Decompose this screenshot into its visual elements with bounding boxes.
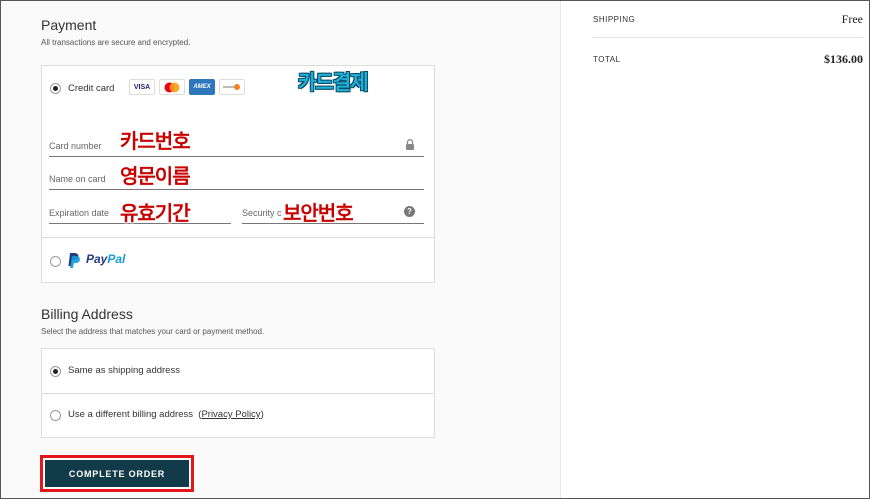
privacy-policy-link[interactable]: Privacy Policy [201, 409, 260, 420]
card-number-placeholder: Card number [49, 141, 102, 151]
same-as-shipping-radio[interactable] [50, 366, 61, 377]
mastercard-logo-icon [159, 79, 185, 95]
billing-title: Billing Address [41, 306, 133, 322]
annotation-english-name: 영문이름 [120, 164, 191, 188]
paypal-label-pal: Pal [107, 252, 126, 266]
name-on-card-placeholder: Name on card [49, 174, 106, 184]
annotation-card-number: 카드번호 [120, 129, 191, 153]
paypal-label-pay: Pay [86, 252, 108, 266]
total-value: $136.00 [824, 52, 863, 66]
name-on-card-field[interactable]: Name on card [49, 168, 424, 190]
different-address-label: Use a different billing address (Privacy… [68, 409, 264, 420]
expiration-date-placeholder: Expiration date [49, 208, 110, 218]
complete-order-highlight: COMPLETE ORDER [40, 455, 194, 492]
payment-title: Payment [41, 17, 97, 33]
summary-divider [593, 37, 863, 38]
visa-logo-icon: VISA [129, 79, 155, 95]
complete-order-button[interactable]: COMPLETE ORDER [45, 460, 189, 487]
order-summary-pane [562, 1, 869, 498]
annotation-security: 보안번호 [283, 201, 354, 225]
divider [42, 393, 434, 394]
billing-subtitle: Select the address that matches your car… [41, 327, 265, 336]
annotation-card-payment: 카드결제 [298, 70, 369, 94]
credit-card-label[interactable]: Credit card [68, 83, 114, 94]
shipping-label: SHIPPING [593, 15, 636, 24]
lock-icon [406, 139, 414, 150]
annotation-expiry: 유효기간 [120, 201, 191, 225]
shipping-value: Free [841, 12, 863, 26]
discover-logo-icon [219, 79, 245, 95]
credit-card-radio[interactable] [50, 83, 61, 94]
divider [42, 237, 434, 238]
security-code-placeholder: Security c [242, 208, 282, 218]
billing-options-box: Same as shipping address Use a different… [41, 348, 435, 438]
paypal-radio[interactable] [50, 256, 61, 267]
same-as-shipping-label[interactable]: Same as shipping address [68, 365, 180, 376]
amex-logo-icon: AMEX [189, 79, 215, 95]
help-icon[interactable]: ? [404, 206, 415, 217]
payment-subtitle: All transactions are secure and encrypte… [41, 38, 191, 47]
total-label: TOTAL [593, 55, 621, 64]
privacy-close-paren: ) [260, 409, 264, 420]
different-address-radio[interactable] [50, 410, 61, 421]
card-number-field[interactable]: Card number [49, 135, 424, 157]
different-address-text[interactable]: Use a different billing address [68, 409, 193, 420]
paypal-label[interactable]: PayPal [86, 252, 125, 266]
payment-methods-box: Credit card VISA AMEX Card number Name o… [41, 65, 435, 283]
paypal-p-icon [68, 253, 80, 268]
